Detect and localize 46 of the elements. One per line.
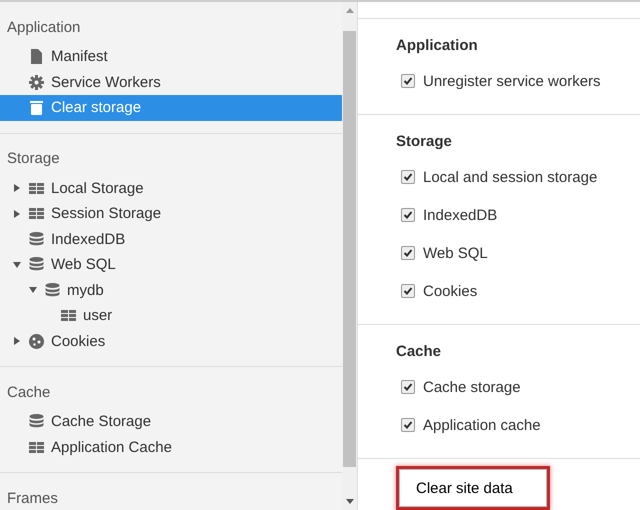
checkbox-label: Cookies: [423, 282, 478, 300]
sidebar-item[interactable]: Session Storage: [0, 201, 342, 226]
section-heading: Application: [6, 18, 82, 38]
trash-icon: [28, 99, 45, 116]
checkbox[interactable]: [401, 170, 415, 184]
section-heading: Storage: [6, 149, 61, 169]
scroll-down-arrow-icon[interactable]: [346, 499, 354, 504]
section-heading: Frames: [6, 488, 59, 508]
checkbox-label: Unregister service workers: [423, 72, 601, 90]
section-heading: Application: [396, 37, 479, 54]
clear-button[interactable]: Clear site data: [399, 469, 547, 507]
sidebar-item[interactable]: Web SQL: [0, 252, 342, 278]
checkbox-label: Application cache: [423, 416, 541, 434]
checkbox[interactable]: [401, 74, 415, 88]
sidebar-item[interactable]: Manifest: [0, 44, 342, 70]
checkbox[interactable]: [401, 208, 415, 222]
checkbox-label: IndexedDB: [423, 206, 498, 224]
cookie-icon: [28, 332, 45, 350]
sidebar-item[interactable]: user: [0, 303, 342, 328]
sidebar-item[interactable]: Service Workers: [0, 70, 342, 95]
collapsed-arrow-icon[interactable]: [13, 184, 21, 192]
section-heading: Storage: [396, 133, 453, 150]
database-icon: [28, 230, 45, 248]
collapsed-arrow-icon[interactable]: [13, 337, 21, 346]
gear-icon: [28, 74, 45, 91]
sidebar-item[interactable]: IndexedDB: [0, 226, 342, 252]
sidebar-item[interactable]: mydb: [0, 278, 342, 303]
sidebar-item[interactable]: Cache Storage: [0, 409, 342, 434]
file-icon: [28, 48, 45, 66]
section-heading: Cache: [396, 343, 442, 360]
scrollbar[interactable]: [342, 2, 358, 510]
database-icon: [44, 282, 61, 299]
checkbox[interactable]: [401, 418, 415, 432]
collapsed-arrow-icon[interactable]: [13, 210, 21, 218]
expanded-arrow-icon[interactable]: [13, 260, 21, 269]
sidebar-item[interactable]: Local Storage: [0, 176, 342, 201]
checkbox[interactable]: [401, 284, 415, 298]
section-heading: Cache: [6, 382, 52, 402]
checkbox-label: Cache storage: [423, 378, 521, 396]
checkbox-label: Web SQL: [423, 244, 488, 262]
sidebar-item[interactable]: Application Cache: [0, 434, 342, 460]
checkbox[interactable]: [401, 380, 415, 394]
sidebar-item[interactable]: Cookies: [0, 328, 342, 354]
checkbox[interactable]: [401, 246, 415, 260]
expanded-arrow-icon[interactable]: [29, 286, 37, 294]
checkbox-label: Local and session storage: [423, 168, 598, 186]
